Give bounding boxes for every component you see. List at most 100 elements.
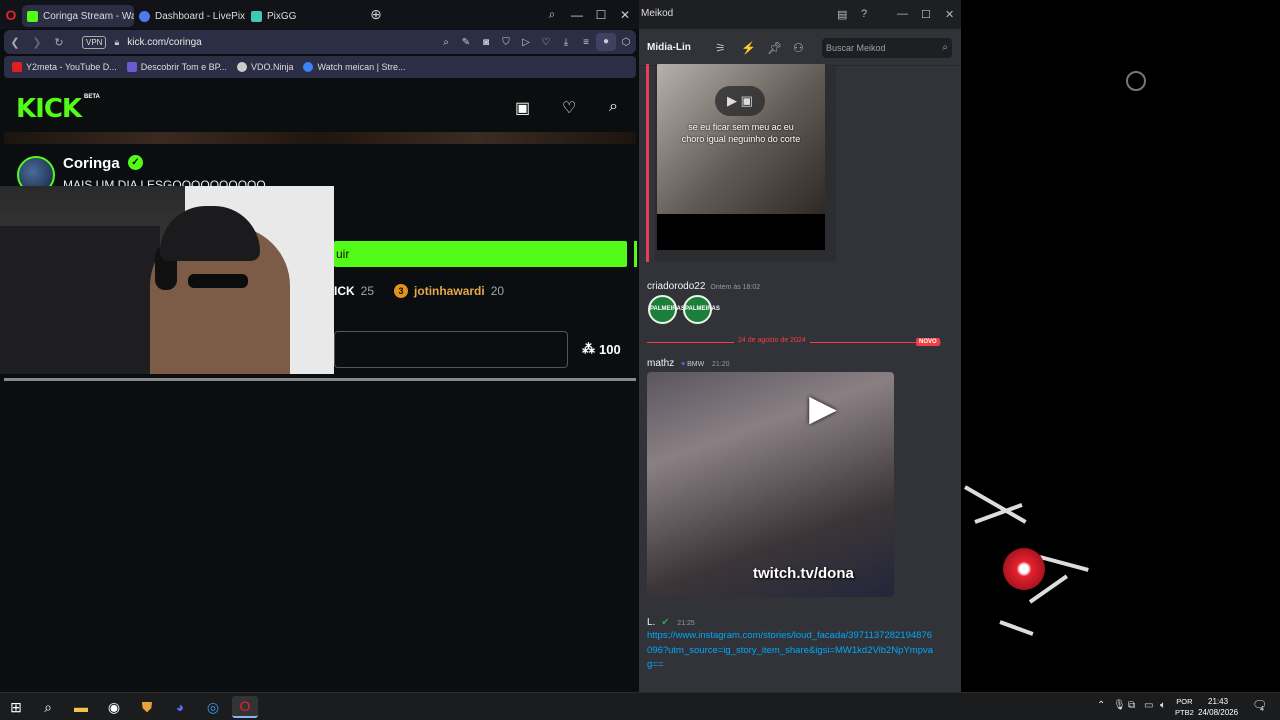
kick-logo[interactable]: KICK — [16, 94, 82, 124]
heart-icon[interactable]: ♡ — [562, 98, 576, 118]
capture-icon[interactable]: ⧉ — [1128, 700, 1135, 711]
search-input[interactable]: Buscar Meikod ⌕ — [822, 38, 952, 58]
bookmark-vdo-ninja[interactable]: VDO.Ninja — [236, 62, 293, 72]
play-icon[interactable]: ▶ ▣ — [715, 86, 765, 116]
microphone-icon[interactable]: 🎙︎ — [1113, 700, 1126, 711]
discord-icon[interactable]: ◕ — [167, 696, 193, 718]
channel-name: Midia-Lin — [647, 42, 691, 53]
chat-input[interactable] — [334, 331, 568, 368]
tab-livepix-dashboard[interactable]: Dashboard - LivePix — [134, 5, 246, 27]
play-icon[interactable]: ▶ — [803, 388, 843, 428]
palmeiras-emote-icon: PALMEIRAS — [683, 295, 720, 324]
maximize-icon[interactable]: ☐ — [921, 8, 931, 21]
descobrir-tom-icon — [126, 62, 137, 72]
file-explorer-icon[interactable]: ▬ — [68, 696, 94, 718]
clock-date: 24/08/2026 — [1198, 708, 1239, 717]
download-icon[interactable]: ⤓ — [556, 37, 576, 48]
threads-icon[interactable]: ⚞ — [715, 41, 726, 55]
bookmark-label: Descobrir Tom e BP... — [140, 62, 227, 72]
browser-window: O Coringa Stream - Watch L Dashboard - L… — [0, 0, 640, 692]
gifter-count: 25 — [360, 284, 375, 298]
check-icon: ✔ — [661, 617, 670, 628]
inbox-icon[interactable]: ▤ — [837, 8, 847, 21]
language-indicator[interactable]: POR PTB2 — [1175, 696, 1194, 718]
camera-icon[interactable]: ◙ — [476, 37, 496, 48]
back-arrow-icon[interactable]: ❮ — [4, 36, 26, 49]
gaming-chair — [0, 226, 160, 374]
clock[interactable]: 21:43 24/08/2026 — [1198, 696, 1238, 718]
message-author[interactable]: L. ✔ 21:25 — [647, 617, 695, 628]
opera-gx-icon[interactable]: O — [232, 696, 258, 718]
vdo-ninja-icon — [236, 62, 247, 72]
instagram-link[interactable]: https://www.instagram.com/stories/loud_f… — [647, 629, 937, 673]
menu-icon[interactable]: ≡ — [576, 37, 596, 48]
play-icon[interactable]: ▷ — [516, 37, 536, 48]
author-name[interactable]: mathz — [647, 358, 674, 369]
maximize-icon[interactable]: ☐ — [589, 0, 613, 29]
zoom-icon[interactable]: ⌕ — [436, 37, 456, 48]
streamlabs-icon[interactable]: ◎ — [200, 696, 226, 718]
opera-menu-icon[interactable]: O — [0, 0, 22, 29]
heart-icon[interactable]: ♡ — [536, 37, 556, 48]
tab-search-icon[interactable]: ⌕ — [540, 0, 564, 29]
forward-arrow-icon[interactable]: ❯ — [26, 36, 48, 49]
chevron-up-icon[interactable]: ⌃ — [1097, 700, 1105, 711]
bookmark-descobrir-tom[interactable]: Descobrir Tom e BP... — [126, 62, 227, 72]
search-icon[interactable]: ⌕ — [35, 696, 61, 718]
extensions-icon[interactable]: ⬡ — [616, 37, 636, 48]
following-icon[interactable]: ▣ — [515, 98, 530, 118]
shield-app-icon[interactable]: ⛊ — [134, 696, 160, 718]
new-tab-plus-icon[interactable]: ⊕ — [366, 5, 386, 25]
channel-header: Midia-Lin ⚞ ⚡ 📌︎ ⚇ Buscar Meikod ⌕ — [639, 30, 961, 66]
tab-coringa-stream[interactable]: Coringa Stream - Watch L — [22, 5, 134, 27]
follow-button-edge — [634, 241, 637, 267]
author-name[interactable]: L. — [647, 617, 655, 628]
watch-meican-icon — [303, 62, 314, 72]
vpn-badge[interactable]: VPN — [82, 35, 107, 49]
close-icon[interactable]: ✕ — [613, 0, 637, 29]
network-icon[interactable]: ▭ — [1144, 700, 1153, 711]
gifter-name[interactable]: ICK — [334, 284, 355, 298]
kick-favicon-icon — [27, 10, 38, 22]
close-icon[interactable]: ✕ — [945, 8, 954, 21]
reload-icon[interactable]: ↻ — [48, 36, 70, 49]
message-author[interactable]: mathz ♥ BMW 21:20 — [647, 358, 730, 369]
heart-icon: ♥ — [681, 361, 686, 368]
desktop-wallpaper — [961, 0, 1280, 692]
edit-icon[interactable]: ✎ — [456, 37, 476, 48]
minimize-icon[interactable]: — — [565, 0, 589, 29]
channel-name[interactable]: Coringa — [63, 155, 120, 172]
webcam-overlay — [0, 186, 334, 374]
follow-button[interactable]: uir — [334, 241, 627, 267]
author-name[interactable]: criadorodo22 — [647, 281, 705, 292]
search-icon[interactable]: ⌕ — [609, 98, 618, 116]
volume-icon[interactable]: 🔈︎ — [1160, 700, 1166, 711]
wallpaper-emblem — [1003, 548, 1045, 590]
channel-points[interactable]: ⁂ 100 — [582, 341, 621, 357]
message-time: 21:20 — [712, 361, 730, 368]
bookmark-label: Watch meican | Stre... — [317, 62, 406, 72]
help-icon[interactable]: ? — [861, 8, 867, 20]
start-windows-icon[interactable]: ⊞ — [3, 696, 29, 718]
minimize-icon[interactable]: — — [897, 8, 908, 20]
members-icon[interactable]: ⚇ — [793, 41, 804, 55]
url-field[interactable]: kick.com/coringa — [127, 37, 436, 48]
role-tag-label: BMW — [687, 361, 705, 368]
obs-icon[interactable]: ◉ — [101, 696, 127, 718]
video-attachment[interactable]: ▶ ▣ se eu ficar sem meu ac eu choro igua… — [655, 64, 836, 262]
notifications-icon[interactable]: 🗨︎ 4 — [1252, 698, 1267, 713]
shield-icon[interactable]: ⛉ — [496, 37, 516, 48]
message-author[interactable]: criadorodo22 Ontem às 18:02 — [647, 281, 760, 292]
pin-icon[interactable]: 📌︎ — [767, 41, 782, 55]
date-divider: 24 de agosto de 2024 — [734, 337, 810, 344]
video-progress-bar[interactable] — [4, 378, 636, 381]
taskbar: ⊞ ⌕ ▬ ◉ ⛊ ◕ ◎ O ⌃ 🎙︎ ⧉ ▭ 🔈︎ POR PTB2 21:… — [0, 692, 1280, 720]
bookmark-y2meta[interactable]: Y2meta - YouTube D... — [12, 62, 117, 72]
tab-pixgg[interactable]: PixGG — [246, 5, 358, 27]
profile-icon[interactable]: ● — [596, 33, 616, 51]
gifter-name[interactable]: jotinhawardi — [414, 284, 485, 298]
mute-icon[interactable]: ⚡ — [741, 41, 756, 55]
bookmark-watch-meican[interactable]: Watch meican | Stre... — [303, 62, 405, 72]
lock-icon[interactable]: 🔒︎ — [114, 37, 119, 48]
video-embed[interactable]: ▶ twitch.tv/dona — [647, 372, 894, 597]
